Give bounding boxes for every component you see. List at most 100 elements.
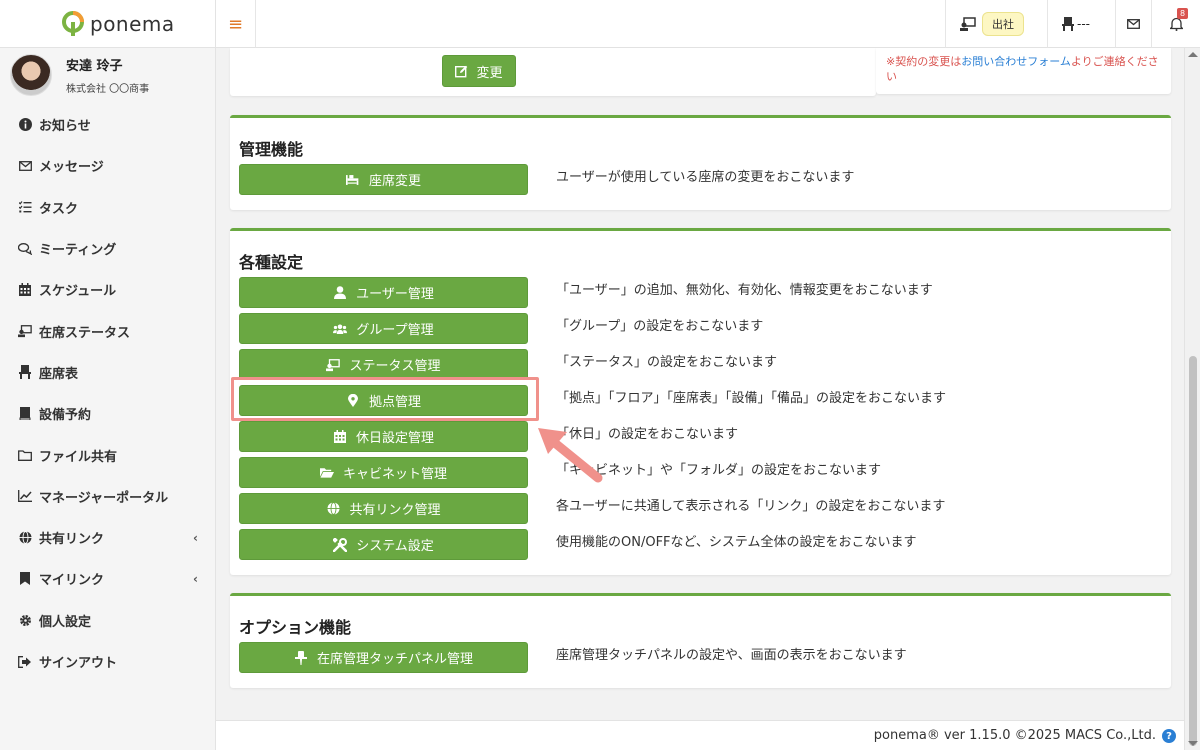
users-settings-button[interactable]: グループ管理 — [239, 313, 528, 344]
status-badge: 出社 — [982, 12, 1024, 36]
seat-label: --- — [1077, 17, 1090, 31]
pointer-arrow-icon — [538, 428, 603, 483]
sidebar-item-task-list[interactable]: タスク — [0, 187, 216, 228]
presence-icon — [960, 17, 976, 31]
sidebar-item-folder[interactable]: ファイル共有 — [0, 434, 216, 475]
sidebar-nav: お知らせメッセージタスクミーティング スケジュール 在席ステータス 座席表設備予約ファ… — [0, 104, 216, 682]
brand-name: ponema — [90, 11, 175, 36]
avatar — [10, 54, 52, 96]
sidebar-item-bookmark[interactable]: マイリンク ‹ — [0, 558, 216, 599]
settings-section-title: 各種設定 — [239, 253, 304, 272]
globe-settings-button[interactable]: 共有リンク管理 — [239, 493, 528, 524]
sidebar: 安達 玲子 株式会社 〇〇商事 お知らせメッセージタスクミーティング スケジュール… — [0, 48, 216, 750]
sidebar-item-mail[interactable]: メッセージ — [0, 145, 216, 186]
sidebar-item-label: メッセージ — [39, 160, 104, 176]
book-icon — [18, 407, 32, 421]
sidebar-item-chart[interactable]: マネージャーポータル — [0, 476, 216, 517]
globe-icon — [18, 531, 32, 545]
chair-icon — [18, 365, 32, 380]
info-icon — [18, 118, 32, 132]
scroll-up-arrow[interactable] — [1188, 52, 1198, 57]
sidebar-item-calendar[interactable]: スケジュール — [0, 269, 216, 310]
inquiry-form-link[interactable]: お問い合わせフォーム — [961, 55, 1071, 68]
sidebar-item-label: マネージャーポータル — [39, 490, 169, 506]
sidebar-item-sign-out[interactable]: サインアウト — [0, 641, 216, 682]
sidebar-item-label: スケジュール — [39, 284, 117, 300]
footer: ponema® ver 1.15.0 ©2025 MACS Co.,Ltd. ? — [216, 720, 1184, 750]
tools-icon — [333, 537, 348, 552]
brand-logo[interactable]: ponema — [0, 0, 216, 48]
calendar-icon — [18, 283, 32, 297]
calendar-settings-button[interactable]: 休日設定管理 — [239, 421, 528, 452]
seat-change-icon — [345, 173, 360, 187]
pointer-settings-button[interactable]: 在席管理タッチパネル管理 — [239, 642, 528, 673]
folder-open-icon — [319, 466, 334, 480]
seat-indicator[interactable]: --- — [1047, 0, 1115, 48]
sidebar-item-label: ミーティング — [39, 243, 117, 259]
presence-icon — [326, 358, 341, 372]
item-description: ユーザーが使用している座席の変更をおこないます — [556, 170, 855, 185]
options-section-title: オプション機能 — [239, 618, 352, 637]
user-profile[interactable]: 安達 玲子 株式会社 〇〇商事 — [10, 54, 149, 96]
bell-icon — [1169, 17, 1183, 31]
sign-out-icon — [18, 655, 32, 669]
pointer-icon — [294, 650, 308, 665]
scrollbar[interactable] — [1184, 48, 1200, 750]
change-button-label: 変更 — [476, 65, 503, 81]
sidebar-item-label: 設備予約 — [39, 408, 92, 424]
sidebar-item-chair[interactable]: 座席表 — [0, 352, 216, 393]
presence-settings-button[interactable]: ステータス管理 — [239, 349, 528, 380]
folder-icon — [18, 448, 32, 462]
sidebar-item-label: 共有リンク — [39, 532, 105, 548]
footer-text: ponema® ver 1.15.0 ©2025 MACS Co.,Ltd. — [873, 728, 1156, 743]
top-bar: ≡ 出社 --- 8 — [216, 0, 1200, 48]
globe-icon — [326, 502, 340, 516]
item-description: 各ユーザーに共通して表示される「リンク」の設定をおこないます — [556, 499, 946, 514]
notice-prefix: ※契約の変更は — [886, 55, 962, 68]
highlight-box — [231, 377, 539, 421]
user-name: 安達 玲子 — [66, 59, 123, 74]
scroll-thumb[interactable] — [1189, 356, 1197, 746]
mail-button[interactable] — [1115, 0, 1151, 48]
mail-icon — [18, 159, 32, 173]
sidebar-item-comments[interactable]: ミーティング — [0, 228, 216, 269]
sidebar-item-book[interactable]: 設備予約 — [0, 393, 216, 434]
button-label: 座席変更 — [368, 174, 421, 189]
ponema-logo-icon — [62, 11, 84, 36]
button-label: ユーザー管理 — [356, 287, 434, 302]
edit-icon — [455, 65, 468, 77]
button-label: 共有リンク管理 — [349, 503, 441, 518]
status-toggle[interactable]: 出社 — [945, 0, 1047, 48]
item-description: 「グループ」の設定をおこないます — [556, 319, 764, 334]
contract-card: 変更 — [230, 48, 876, 96]
notification-button[interactable]: 8 — [1151, 0, 1200, 48]
change-button[interactable]: 変更 — [442, 55, 516, 87]
chevron-left-icon: ‹ — [193, 530, 198, 545]
envelope-icon — [1127, 19, 1140, 29]
chevron-left-icon: ‹ — [193, 571, 198, 586]
admin-section-title: 管理機能 — [239, 140, 304, 159]
sidebar-item-label: ファイル共有 — [39, 449, 118, 465]
sidebar-item-label: 座席表 — [39, 366, 79, 382]
sidebar-item-presence[interactable]: 在席ステータス — [0, 310, 216, 351]
seat-change-settings-button[interactable]: 座席変更 — [239, 164, 528, 195]
user-company: 株式会社 〇〇商事 — [66, 84, 150, 95]
task-list-icon — [18, 200, 32, 214]
item-description: 「拠点」「フロア」「座席表」「設備」「備品」の設定をおこないます — [556, 391, 947, 406]
sidebar-item-label: 在席ステータス — [39, 325, 131, 341]
sidebar-item-info[interactable]: お知らせ — [0, 104, 216, 145]
button-label: ステータス管理 — [349, 359, 441, 374]
sidebar-item-label: 個人設定 — [39, 614, 92, 630]
bookmark-icon — [18, 572, 32, 586]
sidebar-item-gear[interactable]: 個人設定 — [0, 600, 216, 641]
comments-icon — [18, 242, 32, 256]
sidebar-item-label: サインアウト — [39, 656, 118, 671]
tools-settings-button[interactable]: システム設定 — [239, 529, 528, 560]
user-settings-button[interactable]: ユーザー管理 — [239, 277, 528, 308]
scroll-down-arrow[interactable] — [1188, 741, 1198, 746]
sidebar-item-globe[interactable]: 共有リンク ‹ — [0, 517, 216, 558]
folder-open-settings-button[interactable]: キャビネット管理 — [239, 457, 528, 488]
help-icon[interactable]: ? — [1162, 729, 1176, 743]
button-label: グループ管理 — [356, 323, 434, 338]
hamburger-icon[interactable]: ≡ — [216, 0, 256, 48]
